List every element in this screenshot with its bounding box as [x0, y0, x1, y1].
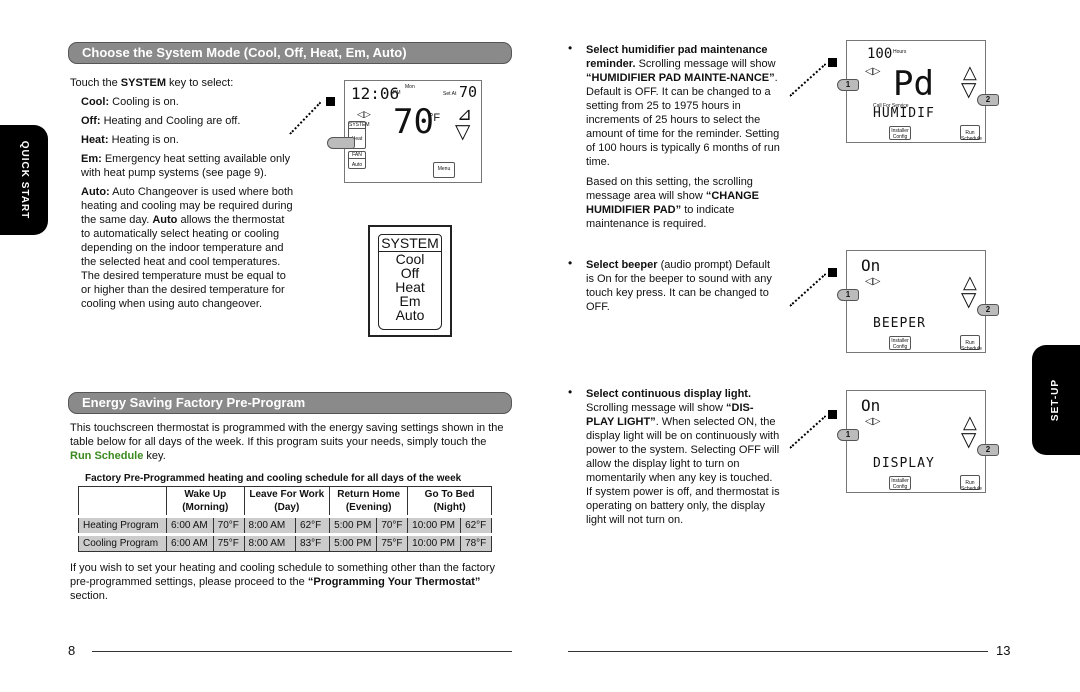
table-row-cooling: Cooling Program 6:00 AM 75°F 8:00 AM 83°F … — [78, 533, 492, 552]
run-schedule-key[interactable]: Run Schedule — [960, 335, 982, 352]
mode-off: Off: Heating and Cooling are off. — [81, 115, 241, 127]
installer-config-key[interactable]: Installer Config — [889, 126, 911, 140]
pre-program-intro: This touchscreen thermostat is programme… — [70, 422, 504, 462]
display-light-item: Select continuous display light. Scrolli… — [586, 388, 780, 526]
section-title-system-mode: Choose the System Mode (Cool, Off, Heat,… — [68, 42, 512, 64]
footer-rule-right — [568, 651, 988, 652]
current-temperature: 70 — [393, 102, 434, 142]
installer-config-key[interactable]: Installer Config — [889, 336, 911, 350]
beeper-display: On ◁▷ BEEPER △ ▽ Installer Config Run Sc… — [837, 250, 999, 353]
footer-rule-left — [92, 651, 512, 652]
humidifier-item: Select humidifier pad maintenance remind… — [586, 44, 780, 230]
thermostat-display: 12:06 PM Mon Set At 70 ◁▷ 70 °F ⊿ ▽ SYST… — [327, 80, 482, 183]
up-arrow-icon[interactable]: △ — [963, 413, 977, 431]
down-arrow-icon[interactable]: ▽ — [961, 80, 976, 100]
callout-line — [789, 415, 827, 449]
programming-note: If you wish to set your heating and cool… — [70, 562, 495, 602]
arrow-left-right-icon[interactable]: ◁▷ — [865, 65, 880, 79]
display-light-display: On ◁▷ DISPLAY △ ▽ Installer Config Run S… — [837, 390, 999, 493]
mode-cool: Cool: Cooling is on. — [81, 96, 179, 108]
callout-marker — [828, 410, 837, 419]
set-up-tab[interactable]: SET-UP — [1032, 345, 1080, 455]
section-title-energy-saving: Energy Saving Factory Pre-Program — [68, 392, 512, 414]
arrow-left-right-icon[interactable]: ◁▷ — [865, 275, 880, 289]
quick-start-tab-label: QUICK START — [19, 140, 30, 220]
bullet: • — [568, 385, 573, 399]
mode-auto: Auto: Auto Changeover is used where both… — [81, 186, 294, 310]
hand-step-1: 1 — [837, 289, 859, 301]
table-row-heating: Heating Program 6:00 AM 70°F 8:00 AM 62°F … — [78, 515, 492, 535]
up-arrow-icon[interactable]: △ — [963, 63, 977, 81]
down-arrow-icon[interactable]: ▽ — [455, 122, 470, 142]
quick-start-tab[interactable]: QUICK START — [0, 125, 48, 235]
callout-marker — [828, 58, 837, 67]
schedule-table: Wake Up (Morning) Leave For Work (Day) Ret… — [78, 486, 492, 552]
pointing-hand-icon — [327, 137, 355, 149]
mode-heat: Heat: Heating is on. — [81, 134, 179, 146]
down-arrow-icon[interactable]: ▽ — [961, 430, 976, 450]
run-schedule-key[interactable]: Run Schedule — [960, 475, 982, 492]
callout-marker — [828, 268, 837, 277]
down-arrow-icon[interactable]: ▽ — [961, 290, 976, 310]
hand-step-2: 2 — [977, 304, 999, 316]
page-number-left: 8 — [68, 643, 76, 658]
system-mode-text: Touch the SYSTEM key to select: Cool: Co… — [70, 76, 305, 311]
callout-line — [789, 63, 827, 97]
fan-key[interactable]: FAN Auto — [348, 151, 366, 169]
up-arrow-icon[interactable]: ⊿ — [457, 105, 472, 123]
callout-line — [789, 273, 827, 307]
hand-step-2: 2 — [977, 94, 999, 106]
hand-step-1: 1 — [837, 79, 859, 91]
menu-key[interactable]: Menu — [433, 162, 455, 178]
arrow-left-right-icon[interactable]: ◁▷ — [357, 107, 371, 121]
mode-em: Em: Emergency heat setting available onl… — [81, 153, 291, 179]
beeper-item: Select beeper (audio prompt) Default is … — [586, 259, 772, 313]
callout-marker — [326, 97, 335, 106]
installer-config-key[interactable]: Installer Config — [889, 476, 911, 490]
run-schedule-key[interactable]: Run Schedule — [960, 125, 982, 142]
humidifier-display: 100 Hours ◁▷ Pd Call For Service HUMIDIF… — [837, 40, 999, 143]
bullet: • — [568, 256, 573, 270]
hand-step-1: 1 — [837, 429, 859, 441]
system-key-illustration: SYSTEM Cool Off Heat Em Auto — [368, 225, 452, 337]
hand-step-2: 2 — [977, 444, 999, 456]
set-up-tab-label: SET-UP — [1050, 378, 1061, 422]
page-number-right: 13 — [996, 643, 1011, 658]
up-arrow-icon[interactable]: △ — [963, 273, 977, 291]
run-schedule-key-text: Run Schedule — [70, 450, 144, 462]
bullet: • — [568, 41, 573, 55]
arrow-left-right-icon[interactable]: ◁▷ — [865, 415, 880, 429]
table-caption: Factory Pre-Programmed heating and cooli… — [85, 473, 462, 484]
